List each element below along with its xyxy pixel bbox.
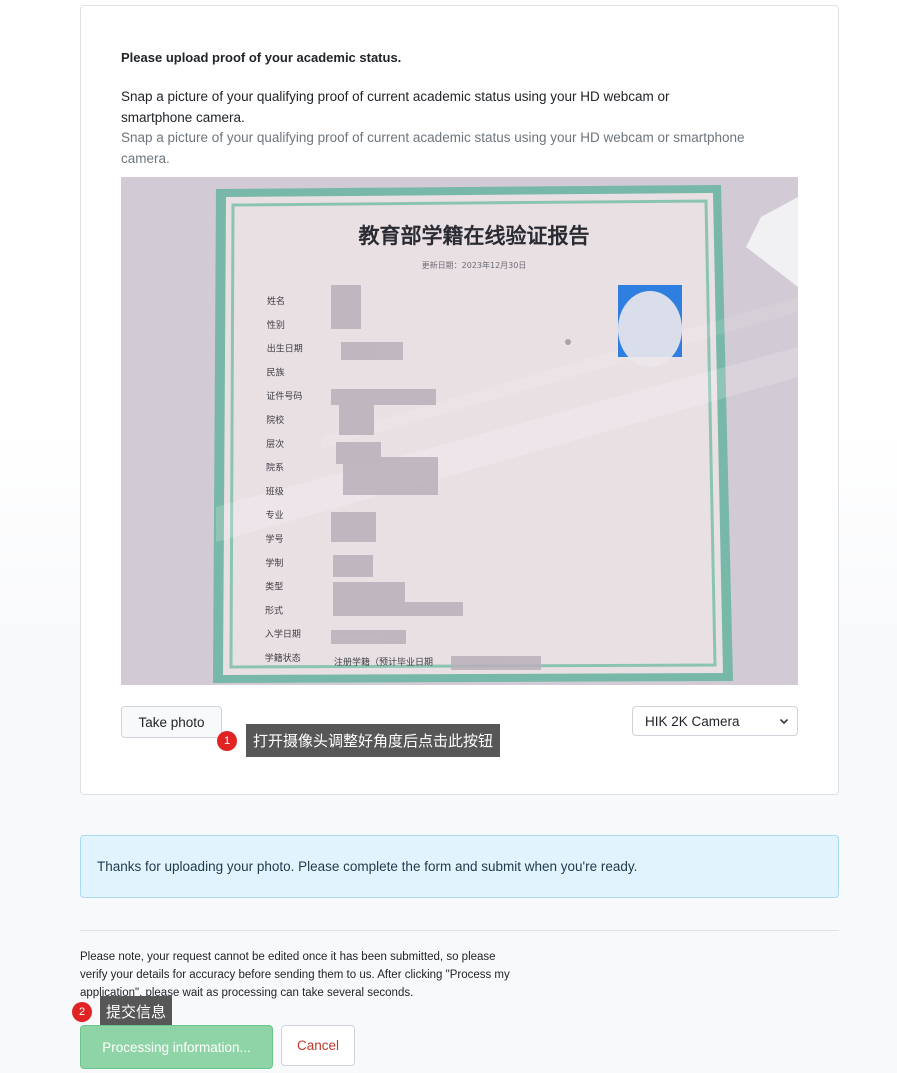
submission-note: Please note, your request cannot be edit…	[80, 951, 510, 999]
doc-field-label: 院系	[266, 462, 284, 474]
doc-field-label: 形式	[265, 604, 283, 616]
callout-1: 1 打开摄像头调整好角度后点击此按钮	[217, 724, 501, 757]
doc-title: 教育部学籍在线验证报告	[359, 224, 590, 248]
section-divider	[80, 930, 839, 931]
take-photo-button[interactable]: Take photo	[121, 706, 222, 738]
upload-heading: Please upload proof of your academic sta…	[121, 50, 402, 65]
callout-2: 2 提交信息	[72, 996, 173, 1027]
camera-select-value: HIK 2K Camera	[645, 713, 740, 729]
doc-field-label: 院校	[266, 414, 284, 426]
doc-field-label: 层次	[266, 438, 284, 450]
doc-field-label: 姓名	[267, 295, 285, 307]
doc-field-label: 证件号码	[266, 390, 302, 402]
doc-field-label: 学制	[265, 557, 283, 569]
camera-preview: 教育部学籍在线验证报告 更新日期：2023年12月30日 姓名性别出生日期民族证…	[121, 177, 798, 685]
doc-field-label: 学号	[266, 533, 284, 545]
process-application-button[interactable]: Processing information...	[80, 1025, 273, 1069]
chevron-down-icon	[779, 718, 789, 725]
callout-2-badge: 2	[72, 1001, 92, 1022]
doc-field-label: 专业	[266, 509, 284, 521]
alert-message: Thanks for uploading your photo. Please …	[97, 859, 638, 874]
upload-description: Snap a picture of your qualifying proof …	[121, 89, 670, 125]
doc-updated: 更新日期：2023年12月30日	[422, 260, 527, 270]
upload-hint: Snap a picture of your qualifying proof …	[121, 130, 745, 166]
doc-status-value: 注册学籍（预计毕业日期	[334, 656, 433, 668]
doc-field-label: 类型	[265, 581, 283, 593]
upload-success-alert: Thanks for uploading your photo. Please …	[80, 835, 839, 898]
camera-select[interactable]: HIK 2K Camera	[632, 706, 798, 736]
doc-field-label: 民族	[267, 366, 285, 378]
doc-field-label: 学籍状态	[265, 652, 301, 664]
callout-1-text: 打开摄像头调整好角度后点击此按钮	[246, 724, 501, 757]
callout-1-badge: 1	[217, 730, 237, 751]
doc-field-label: 性别	[267, 319, 285, 331]
callout-2-text: 提交信息	[100, 996, 173, 1027]
cancel-button[interactable]: Cancel	[281, 1025, 355, 1066]
doc-field-label: 出生日期	[267, 343, 303, 355]
certificate-photo: 教育部学籍在线验证报告 更新日期：2023年12月30日 姓名性别出生日期民族证…	[121, 177, 798, 685]
doc-field-label: 班级	[266, 485, 284, 497]
doc-field-label: 入学日期	[265, 628, 301, 640]
upload-card: Please upload proof of your academic sta…	[80, 5, 839, 795]
